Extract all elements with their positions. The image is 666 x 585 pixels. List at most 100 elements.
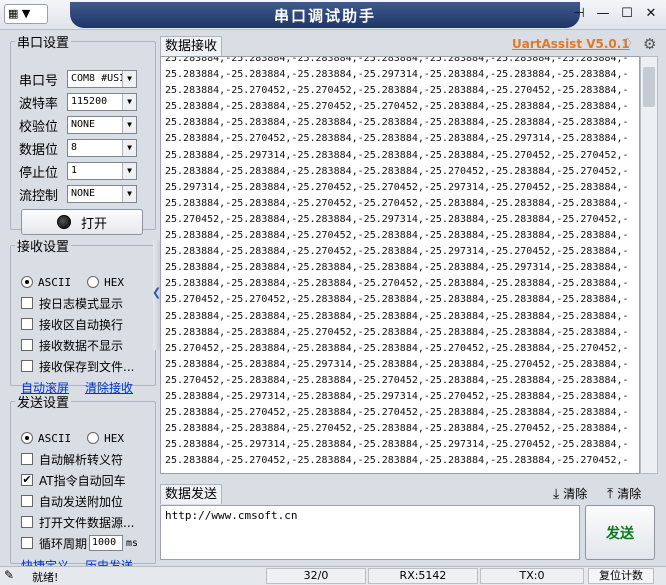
minimize-icon[interactable]: —	[594, 6, 612, 24]
receive-textarea[interactable]: 25.283884,-25.283884,-25.283884,-25.2838…	[160, 56, 640, 474]
receive-line: 25.283884,-25.283884,-25.270452,-25.2838…	[165, 423, 629, 435]
receive-line: 25.297314,-25.283884,-25.270452,-25.2704…	[165, 181, 629, 193]
receive-line: 25.283884,-25.283884,-25.270452,-25.2704…	[165, 101, 629, 113]
port-label: 串口号	[19, 73, 59, 89]
clear-history-button[interactable]: ⤒ 清除	[607, 485, 641, 502]
chevron-down-icon: ▼	[122, 186, 136, 202]
loop-period-input[interactable]: 1000	[89, 535, 124, 551]
reset-count-button[interactable]: 复位计数	[588, 568, 654, 584]
receive-scrollbar[interactable]	[640, 56, 658, 474]
auto-wrap-checkbox[interactable]: 接收区自动换行	[21, 315, 123, 333]
baud-select[interactable]: 115200 ▼	[67, 93, 137, 111]
receive-line: 25.283884,-25.283884,-25.283884,-25.2838…	[165, 117, 629, 129]
system-menu-button[interactable]: ▦ ▼	[4, 4, 48, 24]
window-title: 串口调试助手	[273, 7, 376, 25]
receive-line: 25.283884,-25.270452,-25.270452,-25.2838…	[165, 85, 629, 97]
status-bar: ✎ 就绪! 32/0 RX:5142 TX:0 复位计数	[0, 566, 666, 585]
arrow-up-icon: ⤒	[607, 485, 614, 502]
parse-escape-checkbox[interactable]: 自动解析转义符	[21, 450, 123, 468]
brand-link[interactable]: UartAssist V5.0.1	[512, 37, 630, 51]
receive-line: 25.270452,-25.283884,-25.283884,-25.2704…	[165, 374, 629, 386]
parity-select[interactable]: NONE ▼	[67, 116, 137, 134]
maximize-icon[interactable]: ☐	[618, 6, 636, 24]
tx-counter: TX:0	[480, 568, 584, 584]
chevron-down-icon: ▼	[122, 71, 136, 87]
recv-hex-radio[interactable]	[87, 276, 100, 288]
save-file-checkbox[interactable]: 接收保存到文件...	[21, 357, 134, 375]
baud-row: 波特率 115200 ▼	[19, 92, 137, 112]
receive-line: 25.283884,-25.283884,-25.283884,-25.2838…	[165, 262, 629, 274]
serial-settings-legend: 串口设置	[17, 36, 70, 51]
receive-line: 25.283884,-25.297314,-25.283884,-25.2838…	[165, 439, 629, 451]
app-icon: ▦	[8, 7, 19, 20]
chevron-down-icon: ▼	[122, 140, 136, 156]
receive-line: 25.270452,-25.283884,-25.283884,-25.2838…	[165, 342, 629, 354]
rx-counter: RX:5142	[368, 568, 478, 584]
receive-line: 25.283884,-25.283884,-25.283884,-25.2838…	[165, 165, 629, 177]
stopbits-select[interactable]: 1 ▼	[67, 162, 137, 180]
status-icon: ✎	[4, 568, 15, 582]
loop-period-checkbox[interactable]	[21, 537, 33, 549]
chevron-down-icon: ▼	[122, 117, 136, 133]
receive-line: 25.283884,-25.270452,-25.283884,-25.2838…	[165, 455, 629, 467]
stopbits-label: 停止位	[19, 165, 59, 181]
open-file-source-checkbox[interactable]: 打开文件数据源...	[21, 513, 134, 531]
send-button[interactable]: 发送	[585, 505, 655, 560]
send-settings-group: 发送设置 ASCII HEX 自动解析转义符 ✔ AT指令自动回车 自动发送附加位…	[10, 392, 156, 573]
receive-line: 25.283884,-25.283884,-25.270452,-25.2838…	[165, 246, 629, 258]
close-icon[interactable]: ✕	[642, 6, 660, 24]
left-panel: 串口设置 串口号 COM8 #USI ▼ 波特率 115200 ▼ 校验位 NONE…	[6, 32, 156, 573]
diamond-icon[interactable]: ♢	[621, 36, 634, 52]
title-bar: ▦ ▼ 串口调试助手 ⊣ — ☐ ✕	[0, 0, 666, 30]
chevron-down-icon: ▼	[122, 163, 136, 179]
recv-ascii-radio[interactable]	[21, 276, 33, 288]
receive-line: 25.283884,-25.270452,-25.283884,-25.2838…	[165, 133, 629, 145]
panel-collapse-handle[interactable]: ❮	[152, 240, 161, 350]
receive-line: 25.283884,-25.283884,-25.283884,-25.2838…	[165, 310, 629, 322]
checkmark-icon: ✔	[21, 473, 33, 486]
databits-select[interactable]: 8 ▼	[67, 139, 137, 157]
log-mode-checkbox[interactable]: 按日志模式显示	[21, 294, 123, 312]
chevron-down-icon: ▼	[122, 94, 136, 110]
databits-row: 数据位 8 ▼	[19, 138, 137, 158]
tab-receive[interactable]: 数据接收	[160, 36, 223, 56]
tab-send[interactable]: 数据发送	[160, 484, 223, 504]
baud-label: 波特率	[19, 96, 59, 112]
status-ready: 就绪!	[32, 571, 59, 584]
receive-line: 25.283884,-25.283884,-25.283884,-25.2704…	[165, 278, 629, 290]
parity-label: 校验位	[19, 119, 59, 135]
receive-line: 25.283884,-25.283884,-25.270452,-25.2838…	[165, 326, 629, 338]
receive-line: 25.283884,-25.270452,-25.283884,-25.2704…	[165, 407, 629, 419]
receive-line: 25.283884,-25.283884,-25.297314,-25.2838…	[165, 358, 629, 370]
hide-recv-checkbox[interactable]: 接收数据不显示	[21, 336, 123, 354]
at-crlf-checkbox[interactable]: ✔ AT指令自动回车	[21, 471, 126, 489]
receive-settings-legend: 接收设置	[17, 240, 70, 255]
receive-line: 25.283884,-25.283884,-25.283884,-25.2973…	[165, 69, 629, 81]
receive-line: 25.283884,-25.297314,-25.283884,-25.2973…	[165, 390, 629, 402]
recv-mode-radios: ASCII HEX	[21, 273, 124, 291]
pin-icon[interactable]: ⊣	[570, 6, 588, 24]
clear-send-button[interactable]: ⤓ 清除	[553, 485, 587, 502]
receive-line: 25.283884,-25.283884,-25.270452,-25.2704…	[165, 197, 629, 209]
open-port-button[interactable]: 打开	[21, 209, 143, 235]
send-settings-legend: 发送设置	[17, 396, 70, 411]
serial-settings-group: 串口设置 串口号 COM8 #USI ▼ 波特率 115200 ▼ 校验位 NONE…	[10, 32, 156, 235]
gear-icon[interactable]: ⚙	[643, 35, 656, 53]
receive-lines: 25.283884,-25.283884,-25.283884,-25.2838…	[165, 56, 629, 469]
flow-row: 流控制 NONE ▼	[19, 184, 137, 204]
receive-line: 25.283884,-25.283884,-25.270452,-25.2838…	[165, 230, 629, 242]
send-hex-radio[interactable]	[87, 432, 100, 444]
port-select[interactable]: COM8 #USI ▼	[67, 70, 137, 88]
databits-label: 数据位	[19, 142, 59, 158]
counter-cell: 32/0	[266, 568, 366, 584]
scrollbar-thumb[interactable]	[643, 67, 655, 107]
title-banner: 串口调试助手	[70, 2, 580, 28]
receive-line: 25.283884,-25.283884,-25.283884,-25.2838…	[165, 56, 629, 64]
arrow-down-icon: ⤓	[553, 485, 560, 502]
send-textarea[interactable]: http://www.cmsoft.cn	[160, 505, 580, 560]
send-ascii-radio[interactable]	[21, 432, 33, 444]
receive-line: 25.270452,-25.283884,-25.283884,-25.2973…	[165, 213, 629, 225]
append-checksum-checkbox[interactable]: 自动发送附加位	[21, 492, 123, 510]
port-row: 串口号 COM8 #USI ▼	[19, 69, 137, 89]
flow-select[interactable]: NONE ▼	[67, 185, 137, 203]
